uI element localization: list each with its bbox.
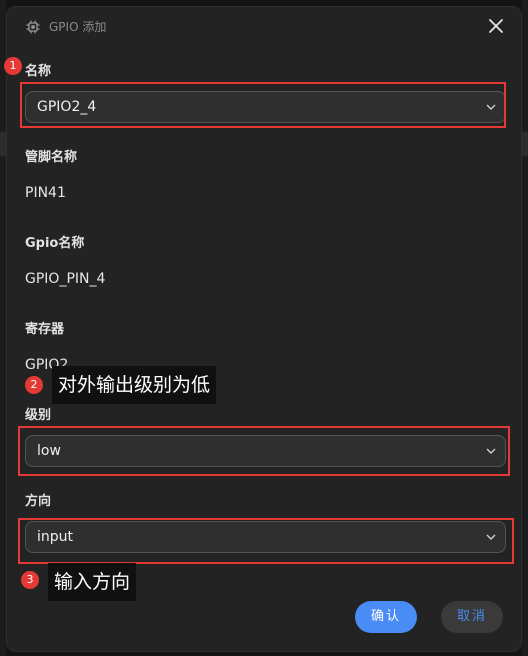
gpio-name-value: GPIO_PIN_4: [25, 271, 106, 287]
direction-label: 方向: [25, 494, 52, 509]
cancel-button[interactable]: 取消: [441, 601, 503, 633]
highlight-box-name: [20, 82, 506, 128]
background-divider-right: [522, 132, 528, 156]
annotation-note-level: 对外输出级别为低: [52, 366, 217, 404]
annotation-note-direction: 输入方向: [48, 563, 137, 601]
dialog-title: GPIO 添加: [49, 20, 107, 34]
name-label: 名称: [25, 64, 52, 79]
level-label: 级别: [25, 408, 52, 423]
background-panel-right: [522, 0, 528, 656]
pin-name-value: PIN41: [25, 185, 66, 201]
gpio-name-label: Gpio名称: [25, 236, 85, 251]
step-marker-2: 2: [25, 376, 43, 394]
register-label: 寄存器: [25, 322, 65, 337]
confirm-button[interactable]: 确认: [355, 601, 417, 633]
chip-icon: [26, 20, 40, 34]
pin-name-label: 管脚名称: [25, 150, 78, 165]
step-marker-1: 1: [4, 57, 22, 75]
highlight-box-level: [18, 426, 510, 476]
highlight-box-direction: [18, 518, 514, 564]
close-icon[interactable]: [485, 15, 507, 37]
step-marker-3: 3: [21, 571, 39, 589]
dialog-header: GPIO 添加: [7, 7, 523, 47]
